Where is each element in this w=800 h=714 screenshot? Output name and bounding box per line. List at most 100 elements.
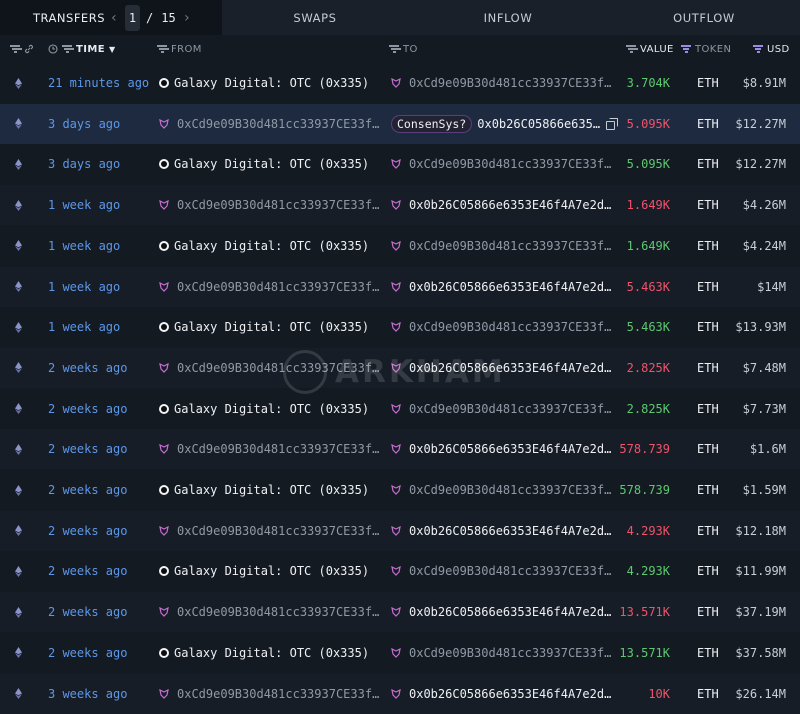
filter-icon[interactable] — [626, 45, 636, 53]
time-link[interactable]: 2 weeks ago — [48, 511, 127, 551]
from-entity[interactable]: Galaxy Digital: OTC (0x335) — [174, 157, 369, 171]
table-row[interactable]: 2 weeks ago Galaxy Digital: OTC (0x335) 0x… — [0, 470, 800, 510]
filter-icon[interactable] — [157, 45, 167, 53]
from-entity[interactable]: Galaxy Digital: OTC (0x335) — [174, 76, 369, 90]
from-cell: Galaxy Digital: OTC (0x335) — [159, 307, 369, 347]
table-row[interactable]: 2 weeks ago 0xCd9e09B30d481cc33937CE33f… 0… — [0, 592, 800, 633]
time-link[interactable]: 2 weeks ago — [48, 551, 127, 591]
table-row[interactable]: 2 weeks ago 0xCd9e09B30d481cc33937CE33f… 0… — [0, 347, 800, 388]
table-row[interactable]: 1 week ago 0xCd9e09B30d481cc33937CE33f… 0x… — [0, 266, 800, 307]
table-row[interactable]: 2 weeks ago Galaxy Digital: OTC (0x335) 0x… — [0, 389, 800, 429]
time-link[interactable]: 1 week ago — [48, 307, 120, 347]
table-row[interactable]: 2 weeks ago 0xCd9e09B30d481cc33937CE33f… 0… — [0, 510, 800, 551]
filter-icon[interactable] — [753, 45, 763, 53]
tab-transfers[interactable]: TRANSFERS ‹ 1 / 15 › — [0, 0, 222, 35]
from-address[interactable]: 0xCd9e09B30d481cc33937CE33f… — [177, 361, 379, 375]
time-link[interactable]: 2 weeks ago — [48, 633, 127, 673]
table-row[interactable]: 3 weeks ago 0xCd9e09B30d481cc33937CE33f… 0… — [0, 673, 800, 714]
filter-icon[interactable] — [62, 45, 72, 53]
usd-cell: $37.19M — [735, 605, 786, 620]
value-cell: 2.825K — [626, 360, 670, 375]
time-link[interactable]: 1 week ago — [48, 226, 120, 266]
filter-icon[interactable] — [10, 45, 20, 53]
from-cell: 0xCd9e09B30d481cc33937CE33f… — [159, 511, 379, 551]
chevron-right-icon[interactable]: › — [180, 10, 194, 26]
tab-outflow[interactable]: OUTFLOW — [608, 0, 800, 35]
time-link[interactable]: 2 weeks ago — [48, 592, 127, 632]
entity-icon — [159, 281, 177, 292]
table-row[interactable]: 3 days ago 0xCd9e09B30d481cc33937CE33f… Co… — [0, 103, 800, 144]
table-row[interactable]: 2 weeks ago 0xCd9e09B30d481cc33937CE33f… 0… — [0, 429, 800, 470]
table-row[interactable]: 3 days ago Galaxy Digital: OTC (0x335) 0xC… — [0, 144, 800, 184]
entity-icon — [391, 200, 409, 210]
table-row[interactable]: 1 week ago Galaxy Digital: OTC (0x335) 0xC… — [0, 307, 800, 347]
header-token[interactable]: TOKEN — [681, 35, 731, 63]
usd-cell: $4.24M — [742, 238, 786, 253]
pagination: ‹ 1 / 15 › — [107, 5, 194, 31]
entity-icon — [159, 200, 177, 210]
header-filter-chain[interactable] — [10, 35, 34, 63]
table-row[interactable]: 1 week ago 0xCd9e09B30d481cc33937CE33f… 0x… — [0, 185, 800, 226]
table-row[interactable]: 2 weeks ago Galaxy Digital: OTC (0x335) 0x… — [0, 551, 800, 591]
ethereum-icon — [15, 470, 25, 510]
entity-icon — [391, 444, 409, 455]
page-total: 15 — [161, 11, 176, 25]
from-cell: 0xCd9e09B30d481cc33937CE33f… — [159, 104, 379, 144]
from-entity[interactable]: Galaxy Digital: OTC (0x335) — [174, 320, 369, 334]
header-value[interactable]: VALUE — [626, 35, 674, 63]
table-row[interactable]: 1 week ago Galaxy Digital: OTC (0x335) 0xC… — [0, 226, 800, 266]
entity-icon — [391, 525, 409, 536]
from-address[interactable]: 0xCd9e09B30d481cc33937CE33f… — [177, 442, 379, 456]
header-to[interactable]: TO — [389, 35, 418, 63]
time-link[interactable]: 3 days ago — [48, 144, 120, 184]
entity-icon — [391, 159, 409, 170]
galaxy-digital-icon — [159, 159, 169, 170]
page-current-input[interactable]: 1 — [125, 5, 140, 31]
time-link[interactable]: 2 weeks ago — [48, 470, 127, 510]
tab-inflow[interactable]: INFLOW — [408, 0, 608, 35]
time-link[interactable]: 3 weeks ago — [48, 674, 127, 714]
ethereum-icon — [15, 104, 25, 144]
value-cell: 5.095K — [626, 116, 670, 131]
from-entity[interactable]: Galaxy Digital: OTC (0x335) — [174, 646, 369, 660]
value-cell: 5.463K — [626, 279, 670, 294]
ethereum-icon — [15, 551, 25, 591]
sort-desc-icon[interactable]: ▼ — [109, 45, 116, 54]
header-from[interactable]: FROM — [157, 35, 202, 63]
time-link[interactable]: 1 week ago — [48, 267, 120, 307]
from-address[interactable]: 0xCd9e09B30d481cc33937CE33f… — [177, 605, 379, 619]
from-entity[interactable]: Galaxy Digital: OTC (0x335) — [174, 483, 369, 497]
header-usd[interactable]: USD — [753, 35, 790, 63]
time-link[interactable]: 21 minutes ago — [48, 63, 149, 103]
to-entity-label[interactable]: ConsenSys? — [391, 114, 473, 133]
from-address[interactable]: 0xCd9e09B30d481cc33937CE33f… — [177, 280, 379, 294]
entity-icon — [391, 362, 409, 373]
table-row[interactable]: 2 weeks ago Galaxy Digital: OTC (0x335) 0x… — [0, 633, 800, 673]
from-entity[interactable]: Galaxy Digital: OTC (0x335) — [174, 564, 369, 578]
value-cell: 1.649K — [626, 238, 670, 253]
time-link[interactable]: 3 days ago — [48, 104, 120, 144]
tab-bar: TRANSFERS ‹ 1 / 15 › SWAPS INFLOW OUTFLO… — [0, 0, 800, 35]
time-link[interactable]: 1 week ago — [48, 185, 120, 225]
filter-icon[interactable] — [681, 45, 691, 53]
from-entity[interactable]: Galaxy Digital: OTC (0x335) — [174, 402, 369, 416]
time-link[interactable]: 2 weeks ago — [48, 348, 127, 388]
tab-swaps[interactable]: SWAPS — [222, 0, 408, 35]
time-link[interactable]: 2 weeks ago — [48, 429, 127, 469]
link-icon[interactable] — [24, 44, 34, 54]
from-address[interactable]: 0xCd9e09B30d481cc33937CE33f… — [177, 524, 379, 538]
chevron-left-icon[interactable]: ‹ — [107, 10, 121, 26]
filter-icon[interactable] — [389, 45, 399, 53]
ethereum-icon — [15, 185, 25, 225]
table-row[interactable]: 21 minutes ago Galaxy Digital: OTC (0x335… — [0, 63, 800, 103]
usd-cell: $8.91M — [742, 76, 786, 90]
from-address[interactable]: 0xCd9e09B30d481cc33937CE33f… — [177, 198, 379, 212]
from-cell: 0xCd9e09B30d481cc33937CE33f… — [159, 429, 379, 469]
from-address[interactable]: 0xCd9e09B30d481cc33937CE33f… — [177, 117, 379, 131]
from-address[interactable]: 0xCd9e09B30d481cc33937CE33f… — [177, 687, 379, 701]
time-link[interactable]: 2 weeks ago — [48, 389, 127, 429]
ethereum-icon — [15, 511, 25, 551]
from-entity[interactable]: Galaxy Digital: OTC (0x335) — [174, 239, 369, 253]
entity-icon — [391, 78, 409, 88]
header-time[interactable]: TIME ▼ — [48, 35, 116, 63]
